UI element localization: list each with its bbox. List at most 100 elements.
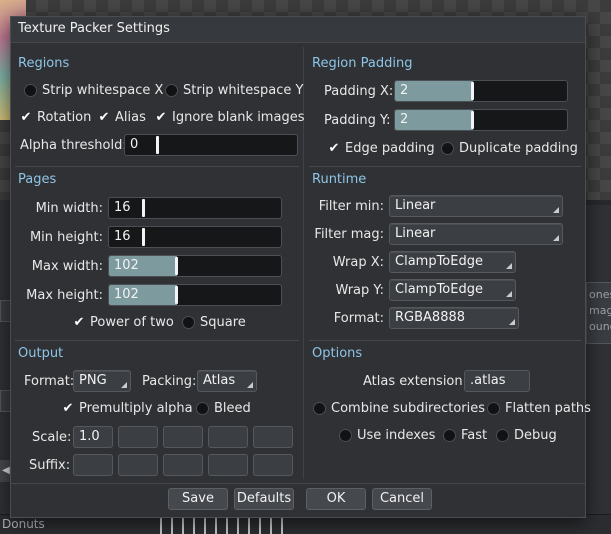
- output-format-select[interactable]: PNG: [73, 370, 131, 392]
- padding-y-label: Padding Y:: [324, 113, 391, 128]
- alias-checkbox[interactable]: ✔ Alias: [97, 110, 146, 125]
- checkbox-label: Alias: [115, 110, 146, 125]
- scale-cell-4[interactable]: [208, 426, 248, 448]
- scale-cell-2[interactable]: [118, 426, 158, 448]
- slider-handle[interactable]: [471, 111, 474, 129]
- combine-subdirectories-checkbox[interactable]: Combine subdirectories: [313, 401, 485, 416]
- suffix-cell-5[interactable]: [253, 454, 293, 476]
- output-format-label: Format:: [24, 374, 75, 389]
- unchecked-box-icon: [182, 316, 195, 329]
- scale-cell-1[interactable]: 1.0: [73, 426, 113, 448]
- dropdown-corner-icon: [506, 291, 512, 297]
- suffix-cell-3[interactable]: [163, 454, 203, 476]
- timeline-tick: [270, 517, 272, 534]
- suffix-label: Suffix:: [29, 458, 71, 473]
- scale-cell-5[interactable]: [253, 426, 293, 448]
- defaults-button[interactable]: Defaults: [234, 488, 294, 510]
- dialog-titlebar[interactable]: Texture Packer Settings: [11, 17, 585, 43]
- scale-cell-3[interactable]: [163, 426, 203, 448]
- checkbox-label: Rotation: [37, 110, 92, 125]
- padding-y-value: 2: [400, 112, 409, 127]
- ok-button[interactable]: OK: [306, 488, 366, 510]
- checkbox-label: Edge padding: [345, 141, 435, 156]
- strip-whitespace-y-checkbox[interactable]: Strip whitespace Y: [165, 83, 303, 98]
- padding-x-label: Padding X:: [324, 84, 394, 99]
- section-divider: [15, 340, 299, 341]
- power-of-two-checkbox[interactable]: ✔ Power of two: [72, 315, 174, 330]
- edge-padding-checkbox[interactable]: ✔ Edge padding: [327, 141, 435, 156]
- checkbox-label: Combine subdirectories: [331, 401, 486, 416]
- filter-mag-select[interactable]: Linear: [389, 223, 563, 245]
- slider-handle[interactable]: [156, 136, 159, 154]
- square-checkbox[interactable]: Square: [182, 315, 246, 330]
- suffix-cell-1[interactable]: [73, 454, 113, 476]
- wrap-x-value: ClampToEdge: [395, 254, 483, 269]
- bottom-item-label[interactable]: Donuts: [2, 517, 45, 531]
- strip-whitespace-x-checkbox[interactable]: Strip whitespace X: [24, 83, 163, 98]
- min-width-slider-field[interactable]: 16: [108, 197, 282, 219]
- wrap-x-select[interactable]: ClampToEdge: [389, 251, 516, 273]
- unchecked-box-icon: [339, 429, 352, 442]
- texture-packer-settings-dialog: Texture Packer Settings Regions Strip wh…: [10, 16, 591, 518]
- max-height-slider-field[interactable]: 102: [108, 284, 282, 306]
- region-padding-section-title: Region Padding: [312, 56, 413, 71]
- checkmark-icon: ✔: [155, 110, 167, 125]
- suffix-cell-4[interactable]: [208, 454, 248, 476]
- slider-handle[interactable]: [142, 199, 145, 217]
- use-indexes-checkbox[interactable]: Use indexes: [339, 428, 435, 443]
- unchecked-box-icon: [196, 402, 209, 415]
- slider-handle[interactable]: [142, 228, 145, 246]
- timeline-tick: [171, 517, 173, 534]
- filter-min-select[interactable]: Linear: [389, 195, 563, 217]
- wrap-y-select[interactable]: ClampToEdge: [389, 279, 516, 301]
- runtime-section-title: Runtime: [312, 172, 367, 187]
- checkmark-icon: ✔: [62, 401, 74, 416]
- scale-value: 1.0: [79, 429, 100, 444]
- dropdown-corner-icon: [506, 263, 512, 269]
- timeline-tick: [226, 517, 228, 534]
- atlas-extension-label: Atlas extension:: [363, 374, 467, 389]
- padding-y-slider-field[interactable]: 2: [394, 109, 568, 131]
- atlas-extension-input[interactable]: .atlas: [464, 370, 530, 392]
- checkmark-icon: ✔: [20, 110, 32, 125]
- min-height-slider-field[interactable]: 16: [108, 226, 282, 248]
- padding-x-slider-field[interactable]: 2: [394, 80, 568, 102]
- timeline-tick: [215, 517, 217, 534]
- alpha-threshold-slider-field[interactable]: 0: [124, 134, 298, 156]
- slider-handle[interactable]: [471, 82, 474, 100]
- padding-x-value: 2: [400, 83, 409, 98]
- options-section-title: Options: [312, 346, 363, 361]
- checkbox-label: Premultiply alpha: [79, 401, 193, 416]
- fast-checkbox[interactable]: Fast: [443, 428, 487, 443]
- unchecked-box-icon: [313, 402, 326, 415]
- packing-select[interactable]: Atlas: [197, 370, 257, 392]
- max-width-slider-field[interactable]: 102: [108, 255, 282, 277]
- runtime-format-value: RGBA8888: [395, 310, 466, 325]
- dropdown-corner-icon: [121, 382, 127, 388]
- premultiply-alpha-checkbox[interactable]: ✔ Premultiply alpha: [61, 401, 193, 416]
- cancel-button[interactable]: Cancel: [372, 488, 432, 510]
- slider-handle[interactable]: [175, 286, 178, 304]
- checkbox-label: Fast: [461, 428, 488, 443]
- right-panel-line: mage: [589, 304, 611, 317]
- filter-mag-label: Filter mag:: [314, 227, 384, 242]
- ignore-blank-images-checkbox[interactable]: ✔ Ignore blank images: [154, 110, 305, 125]
- alpha-threshold-label: Alpha threshold:: [20, 138, 127, 153]
- save-button[interactable]: Save: [168, 488, 228, 510]
- checkbox-label: Strip whitespace X: [42, 83, 164, 98]
- max-width-label: Max width:: [31, 259, 103, 274]
- slider-handle[interactable]: [175, 257, 178, 275]
- wrap-y-value: ClampToEdge: [395, 282, 483, 297]
- flatten-paths-checkbox[interactable]: Flatten paths: [487, 401, 591, 416]
- rotation-checkbox[interactable]: ✔ Rotation: [19, 110, 92, 125]
- debug-checkbox[interactable]: Debug: [496, 428, 557, 443]
- min-height-value: 16: [114, 229, 131, 244]
- duplicate-padding-checkbox[interactable]: Duplicate padding: [441, 141, 578, 156]
- bleed-checkbox[interactable]: Bleed: [196, 401, 251, 416]
- suffix-cell-2[interactable]: [118, 454, 158, 476]
- unchecked-box-icon: [441, 142, 454, 155]
- timeline-tick: [281, 517, 283, 534]
- runtime-format-select[interactable]: RGBA8888: [389, 307, 519, 329]
- timeline-tick: [248, 517, 250, 534]
- unchecked-box-icon: [165, 84, 178, 97]
